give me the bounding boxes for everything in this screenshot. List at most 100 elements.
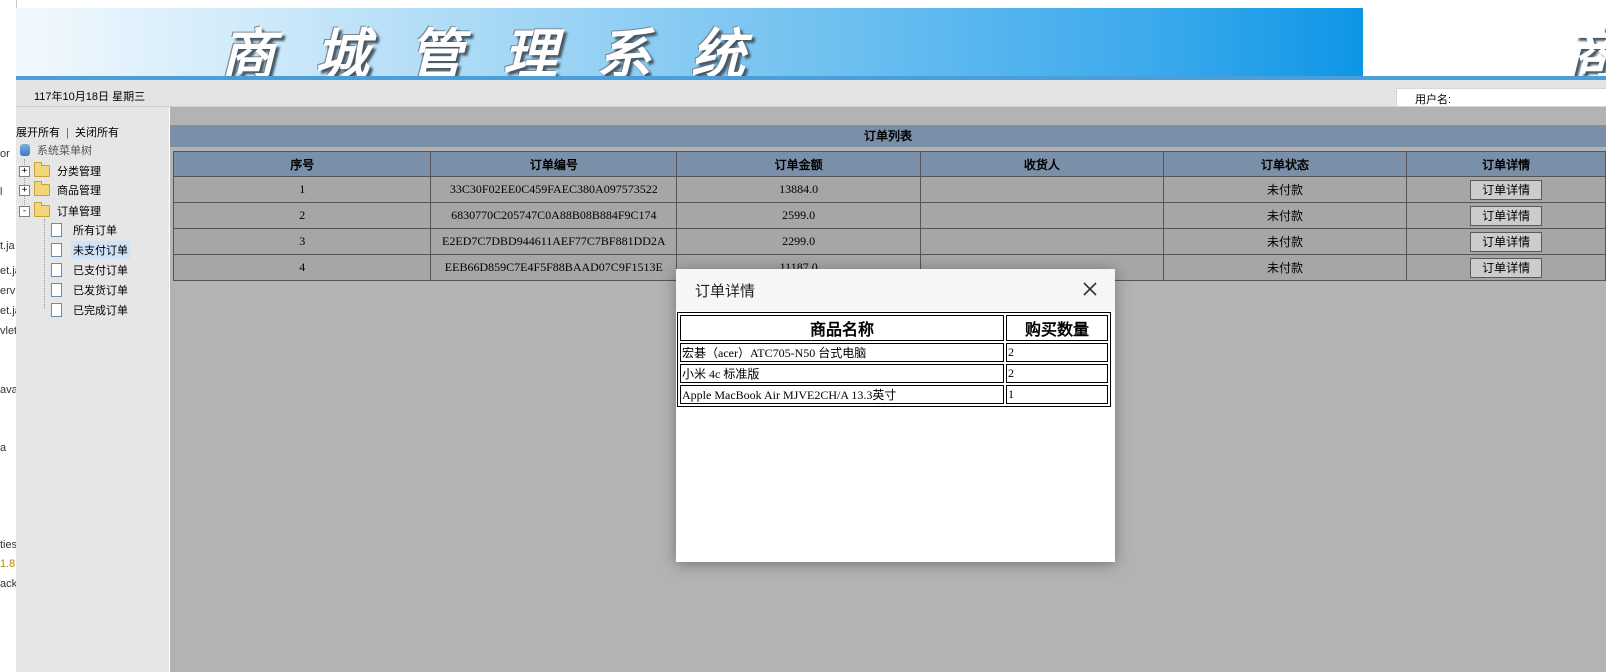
page-icon [51, 243, 62, 257]
collapse-all-link[interactable]: 关闭所有 [75, 127, 119, 139]
product-quantity: 2 [1006, 343, 1108, 362]
order-detail-button[interactable]: 订单详情 [1470, 257, 1543, 278]
sidebar-menu-tree: 展开所有 | 关闭所有 系统菜单树 + 分类管理 + 商品管理 - 订单管理 所… [16, 107, 169, 672]
banner-right-title-fragment: 商 [1564, 10, 1606, 76]
order-number: 6830770C205747C0A88B08B884F9C174 [430, 202, 678, 229]
order-amount: 2599.0 [676, 202, 922, 229]
order-action-cell: 订单详情 [1406, 254, 1606, 281]
dialog-title: 订单详情 [695, 283, 756, 300]
order-action-cell: 订单详情 [1406, 228, 1606, 255]
tree-item-label: 已支付订单 [73, 265, 128, 277]
tree-item-shipped-orders[interactable]: 已发货订单 [51, 281, 130, 299]
bg-fragment: et.ja [0, 265, 16, 277]
page-icon [51, 263, 62, 277]
product-quantity: 2 [1006, 364, 1108, 383]
expand-icon[interactable]: + [19, 165, 30, 177]
table-header-row: 商品名称 购买数量 [680, 315, 1108, 341]
column-header: 订单编号 [430, 151, 678, 177]
bg-fragment: t.ja [0, 240, 15, 252]
order-amount: 2299.0 [676, 228, 922, 255]
tree-item-category[interactable]: + 分类管理 [19, 162, 103, 180]
tree-item-label: 订单管理 [57, 206, 101, 218]
system-title: 商城管理系统 [221, 22, 785, 76]
order-detail-button[interactable]: 订单详情 [1470, 231, 1543, 252]
bg-fragment: a [0, 442, 7, 454]
bg-fragment: ervle [0, 285, 16, 297]
column-header: 订单详情 [1406, 151, 1606, 177]
tree-root[interactable]: 系统菜单树 [20, 141, 94, 159]
tree-item-all-orders[interactable]: 所有订单 [51, 221, 119, 239]
order-number: 33C30F02EE0C459FAEC380A097573522 [430, 176, 678, 203]
database-icon [20, 144, 30, 156]
product-name: 宏碁（acer）ATC705-N50 台式电脑 [680, 343, 1004, 362]
tree-item-paid-orders[interactable]: 已支付订单 [51, 261, 130, 279]
tree-guide-line [44, 219, 45, 309]
column-header: 购买数量 [1006, 315, 1108, 341]
tree-item-label: 已发货订单 [73, 285, 128, 297]
tree-item-label: 分类管理 [57, 166, 101, 178]
table-row: Apple MacBook Air MJVE2CH/A 13.3英寸 1 [680, 385, 1108, 404]
page-icon [51, 283, 62, 297]
username-label: 用户名: [1415, 94, 1452, 106]
order-detail-button[interactable]: 订单详情 [1470, 179, 1543, 200]
table-row: 3 E2ED7C7DBD944611AEF77C7BF881DD2A 2299.… [172, 228, 1606, 255]
tree-item-label-selected: 未支付订单 [71, 241, 130, 259]
table-row: 小米 4c 标准版 2 [680, 364, 1108, 383]
order-action-cell: 订单详情 [1406, 202, 1606, 229]
column-header: 订单金额 [676, 151, 922, 177]
info-bar: 117年10月18日 星期三 用户名: [16, 80, 1606, 107]
order-number: EEB66D859C7E4F5F88BAAD07C9F1513E [430, 254, 678, 281]
order-index: 1 [172, 176, 432, 203]
bg-fragment: ava [0, 384, 17, 396]
tree-item-unpaid-orders[interactable]: 未支付订单 [51, 241, 130, 259]
column-header: 订单状态 [1162, 151, 1408, 177]
order-receiver [920, 228, 1164, 255]
tree-root-label: 系统菜单树 [37, 145, 92, 157]
order-table: 序号 订单编号 订单金额 收货人 订单状态 订单详情 1 33C30F02EE0… [172, 151, 1606, 281]
column-header: 收货人 [920, 151, 1164, 177]
order-list-title: 订单列表 [170, 125, 1606, 147]
order-amount: 13884.0 [676, 176, 922, 203]
close-icon[interactable] [1080, 279, 1100, 299]
product-name: Apple MacBook Air MJVE2CH/A 13.3英寸 [680, 385, 1004, 404]
expand-icon[interactable]: + [19, 184, 30, 196]
order-status: 未付款 [1162, 202, 1408, 229]
order-index: 3 [172, 228, 432, 255]
separator: | [66, 127, 69, 139]
expand-all-link[interactable]: 展开所有 [16, 127, 60, 139]
page-icon [51, 223, 62, 237]
order-detail-dialog: 订单详情 商品名称 购买数量 宏碁（acer）ATC705-N50 台式电脑 2… [676, 269, 1115, 562]
table-row: 宏碁（acer）ATC705-N50 台式电脑 2 [680, 343, 1108, 362]
folder-open-icon [34, 202, 50, 217]
order-status: 未付款 [1162, 254, 1408, 281]
product-quantity: 1 [1006, 385, 1108, 404]
order-status: 未付款 [1162, 176, 1408, 203]
tree-item-label: 所有订单 [73, 225, 117, 237]
tree-item-product[interactable]: + 商品管理 [19, 181, 103, 199]
collapse-icon[interactable]: - [19, 205, 30, 217]
order-items-table: 商品名称 购买数量 宏碁（acer）ATC705-N50 台式电脑 2 小米 4… [677, 312, 1111, 407]
folder-icon [34, 181, 50, 196]
tree-item-order[interactable]: - 订单管理 [19, 202, 103, 220]
tree-item-completed-orders[interactable]: 已完成订单 [51, 301, 130, 319]
order-receiver [920, 176, 1164, 203]
order-receiver [920, 202, 1164, 229]
tree-item-label: 已完成订单 [73, 305, 128, 317]
dialog-header[interactable]: 订单详情 [676, 269, 1115, 311]
order-status: 未付款 [1162, 228, 1408, 255]
bg-fragment: vlet [0, 325, 17, 337]
bg-fragment: l [0, 186, 3, 198]
bg-fragment: et.ja [0, 305, 16, 317]
bg-fragment: 1.8.0 [0, 558, 16, 570]
user-info-box: 用户名: [1396, 88, 1606, 107]
product-name: 小米 4c 标准版 [680, 364, 1004, 383]
current-date: 117年10月18日 星期三 [34, 91, 146, 103]
tree-item-label: 商品管理 [57, 185, 101, 197]
bg-fragment: or [0, 148, 10, 160]
order-detail-button[interactable]: 订单详情 [1470, 205, 1543, 226]
order-index: 2 [172, 202, 432, 229]
banner-right-panel: 商 [1363, 8, 1606, 76]
table-header-row: 序号 订单编号 订单金额 收货人 订单状态 订单详情 [172, 151, 1606, 177]
order-index: 4 [172, 254, 432, 281]
table-row: 2 6830770C205747C0A88B08B884F9C174 2599.… [172, 202, 1606, 229]
